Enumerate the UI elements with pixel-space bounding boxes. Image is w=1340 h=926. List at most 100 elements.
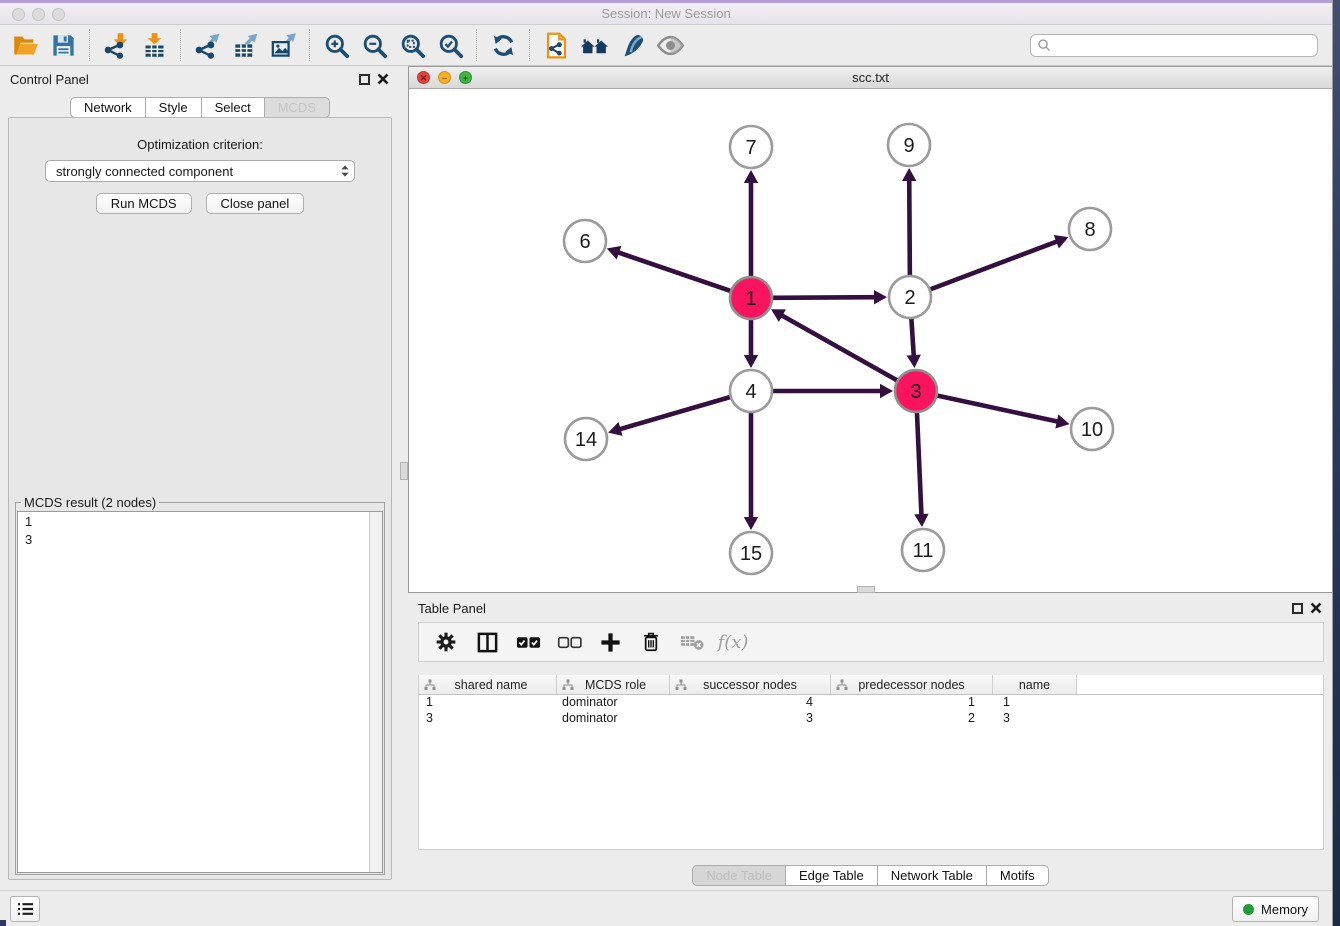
show-columns-button[interactable] [474, 629, 500, 655]
edge-4-3[interactable] [773, 384, 893, 398]
criterion-value: strongly connected component [56, 164, 233, 179]
tab-network[interactable]: Network [70, 97, 146, 118]
close-panel-icon[interactable] [376, 72, 390, 86]
tab-network-table[interactable]: Network Table [877, 865, 987, 886]
control-panel-tabs: Network Style Select MCDS [0, 97, 400, 118]
home-button[interactable] [575, 28, 613, 62]
table-settings-button[interactable] [433, 629, 459, 655]
delete-column-button[interactable] [638, 629, 664, 655]
edge-4-15[interactable] [744, 413, 758, 530]
deselect-all-button[interactable] [556, 629, 582, 655]
zoom-in-button[interactable] [317, 28, 355, 62]
node-6[interactable]: 6 [564, 220, 606, 262]
share-document-button[interactable] [537, 28, 575, 62]
export-network-button[interactable] [188, 28, 226, 62]
tab-motifs[interactable]: Motifs [986, 865, 1049, 886]
edge-1-6[interactable] [607, 246, 730, 291]
style-tool-button[interactable] [613, 28, 651, 62]
status-bar: Memory [0, 890, 1332, 926]
refresh-button[interactable] [484, 28, 522, 62]
cell-shared-name[interactable]: 3 [419, 711, 557, 727]
export-image-button[interactable] [264, 28, 302, 62]
create-column-button[interactable] [597, 629, 623, 655]
node-1[interactable]: 1 [730, 277, 772, 319]
close-table-panel-icon[interactable] [1309, 601, 1323, 615]
node-7[interactable]: 7 [730, 126, 772, 168]
tab-edge-table[interactable]: Edge Table [785, 865, 878, 886]
tab-select[interactable]: Select [201, 97, 265, 118]
tab-style[interactable]: Style [145, 97, 202, 118]
node-10[interactable]: 10 [1071, 408, 1113, 450]
zoom-out-button[interactable] [355, 28, 393, 62]
show-panels-button[interactable] [10, 896, 40, 922]
svg-text:6: 6 [579, 231, 590, 253]
float-table-panel-icon[interactable] [1292, 603, 1303, 614]
edge-2-3[interactable] [907, 319, 921, 368]
network-view-window: ✕ – + scc.txt 7968124314101511 [408, 66, 1333, 593]
select-all-button[interactable] [515, 629, 541, 655]
zoom-selected-button[interactable] [431, 28, 469, 62]
mcds-panel-body: Optimization criterion: strongly connect… [8, 117, 392, 880]
desktop-background-edge [1333, 0, 1340, 926]
edge-1-7[interactable] [744, 170, 758, 276]
open-session-button[interactable] [6, 28, 44, 62]
zoom-fit-button[interactable] [393, 28, 431, 62]
edge-4-14[interactable] [608, 397, 730, 436]
edge-3-11[interactable] [914, 413, 928, 527]
toolbar-separator [476, 29, 477, 61]
cell-mcds-role[interactable]: dominator [557, 711, 670, 727]
edge-3-10[interactable] [938, 396, 1070, 429]
node-11[interactable]: 11 [902, 529, 944, 571]
node-table: shared name MCDS role successor nodes pr… [418, 675, 1324, 850]
node-3[interactable]: 3 [895, 370, 937, 412]
edge-1-2[interactable] [773, 290, 887, 304]
cell-predecessor-nodes[interactable]: 2 [831, 711, 993, 727]
cell-name[interactable]: 3 [993, 711, 1077, 727]
tab-node-table[interactable]: Node Table [692, 865, 786, 886]
node-2[interactable]: 2 [889, 276, 931, 318]
column-header-name[interactable]: name [993, 675, 1077, 694]
cell-shared-name[interactable]: 1 [419, 695, 557, 711]
node-15[interactable]: 15 [730, 532, 772, 574]
network-window-title: scc.txt [409, 70, 1332, 85]
column-header-mcds-role[interactable]: MCDS role [557, 675, 670, 694]
result-scrollbar[interactable] [369, 512, 382, 872]
tab-mcds[interactable]: MCDS [264, 97, 330, 118]
cell-successor-nodes[interactable]: 4 [670, 695, 831, 711]
search-input[interactable] [1052, 36, 1317, 55]
node-4[interactable]: 4 [730, 370, 772, 412]
run-mcds-button[interactable]: Run MCDS [96, 193, 192, 214]
column-header-successor-nodes[interactable]: successor nodes [670, 675, 831, 694]
memory-button[interactable]: Memory [1232, 896, 1319, 922]
control-panel-title: Control Panel [10, 72, 89, 87]
edge-3-1[interactable] [771, 309, 897, 380]
import-network-button[interactable] [97, 28, 135, 62]
cell-name[interactable]: 1 [993, 695, 1077, 711]
criterion-select[interactable]: strongly connected component [45, 160, 355, 182]
float-panel-icon[interactable] [359, 74, 370, 85]
node-14[interactable]: 14 [565, 418, 607, 460]
memory-status-dot [1243, 904, 1254, 915]
cell-predecessor-nodes[interactable]: 1 [831, 695, 993, 711]
column-header-predecessor-nodes[interactable]: predecessor nodes [831, 675, 993, 694]
network-graph: 7 9 6 8 1 2 4 3 14 10 15 11 [409, 89, 1332, 592]
hide-tool-button[interactable] [651, 28, 689, 62]
node-9[interactable]: 9 [888, 124, 930, 166]
edge-1-4[interactable] [744, 320, 758, 368]
node-8[interactable]: 8 [1069, 208, 1111, 250]
import-table-button[interactable] [135, 28, 173, 62]
edge-2-8[interactable] [931, 235, 1069, 289]
svg-text:7: 7 [745, 137, 756, 159]
vertical-splitter-grip[interactable] [400, 462, 408, 480]
export-table-button[interactable] [226, 28, 264, 62]
save-session-button[interactable] [44, 28, 82, 62]
cell-mcds-role[interactable]: dominator [557, 695, 670, 711]
cell-successor-nodes[interactable]: 3 [670, 711, 831, 727]
network-canvas[interactable]: 7 9 6 8 1 2 4 3 14 10 15 11 [409, 89, 1332, 592]
close-panel-button[interactable]: Close panel [206, 193, 305, 214]
delete-table-icon [680, 633, 705, 651]
horizontal-splitter-grip[interactable] [857, 586, 875, 593]
edge-2-9[interactable] [902, 168, 916, 275]
column-header-shared-name[interactable]: shared name [419, 675, 557, 694]
mcds-result-list[interactable]: 1 3 [17, 511, 383, 873]
